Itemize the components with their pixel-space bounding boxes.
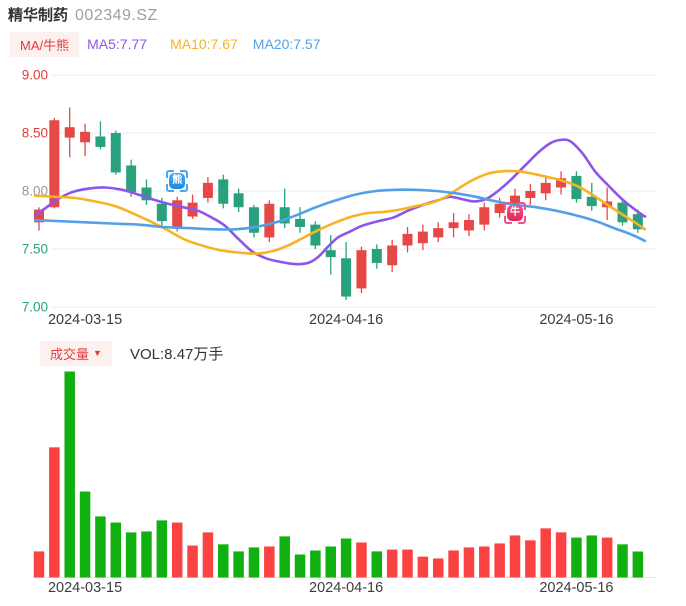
candle[interactable] xyxy=(49,120,60,208)
volume-bar[interactable] xyxy=(494,543,505,578)
volume-bar[interactable] xyxy=(279,536,290,578)
volume-bar[interactable] xyxy=(340,538,352,578)
volume-chip[interactable]: 成交量 ▼ xyxy=(40,341,112,366)
stock-chart-app: 精华制药 002349.SZ MA/牛熊 MA5:7.77 MA10:7.67 M… xyxy=(0,0,686,606)
volume-bar[interactable] xyxy=(141,531,152,578)
candle[interactable] xyxy=(448,222,459,229)
volume-bar[interactable] xyxy=(171,522,183,578)
price-date-label: 2024-04-16 xyxy=(309,312,383,328)
candle[interactable] xyxy=(80,131,91,143)
volume-bar[interactable] xyxy=(49,447,60,578)
volume-bar[interactable] xyxy=(294,554,306,578)
candle[interactable] xyxy=(95,136,106,147)
candle[interactable] xyxy=(387,245,398,266)
candle[interactable] xyxy=(218,179,229,204)
candle[interactable] xyxy=(586,196,597,207)
volume-bar[interactable] xyxy=(64,371,75,578)
volume-bar[interactable] xyxy=(463,547,475,578)
kline-volume-chart[interactable]: 9.008.508.007.507.002024-03-152024-03-15… xyxy=(0,0,686,606)
volume-bar[interactable] xyxy=(432,558,444,578)
candle[interactable] xyxy=(126,165,137,193)
candle[interactable] xyxy=(402,233,413,246)
ma-line-ma5 xyxy=(33,138,647,266)
volume-bar[interactable] xyxy=(33,551,45,578)
price-tick-label: 8.50 xyxy=(22,126,48,141)
candle[interactable] xyxy=(325,250,336,258)
candle[interactable] xyxy=(64,127,75,138)
price-tick-label: 9.00 xyxy=(22,68,48,83)
volume-bar[interactable] xyxy=(356,542,367,578)
candle[interactable] xyxy=(341,258,352,297)
volume-bar[interactable] xyxy=(540,528,551,578)
price-date-label: 2024-03-15 xyxy=(48,312,122,328)
price-tick-label: 7.00 xyxy=(22,300,48,315)
price-tick-label: 7.50 xyxy=(22,242,48,257)
candle[interactable] xyxy=(110,133,121,173)
caret-down-icon: ▼ xyxy=(93,347,102,358)
candle[interactable] xyxy=(295,218,306,227)
volume-chip-label: 成交量 xyxy=(50,347,90,362)
volume-bar[interactable] xyxy=(218,544,229,578)
candle[interactable] xyxy=(264,203,275,238)
candle[interactable] xyxy=(463,220,474,231)
volume-bar[interactable] xyxy=(617,544,628,578)
bear-badge-icon[interactable]: 熊 xyxy=(166,169,189,192)
volume-bar[interactable] xyxy=(310,550,321,578)
candle[interactable] xyxy=(479,207,490,225)
volume-bar[interactable] xyxy=(586,535,598,578)
candle[interactable] xyxy=(433,228,444,238)
volume-bar[interactable] xyxy=(371,551,383,578)
bull-badge-icon[interactable]: 牛 xyxy=(504,202,526,225)
candle[interactable] xyxy=(310,224,321,246)
bear-glyph: 熊 xyxy=(169,172,186,189)
candle[interactable] xyxy=(540,182,551,194)
volume-bar[interactable] xyxy=(79,491,91,578)
candle[interactable] xyxy=(356,250,367,289)
volume-bar[interactable] xyxy=(125,532,137,578)
volume-value-label: VOL:8.47万手 xyxy=(130,346,224,363)
volume-bar[interactable] xyxy=(233,551,244,578)
volume-bar[interactable] xyxy=(187,545,198,578)
price-date-label: 2024-05-16 xyxy=(539,312,613,328)
volume-bar[interactable] xyxy=(156,520,168,578)
volume-bar[interactable] xyxy=(448,550,459,578)
volume-bar[interactable] xyxy=(509,535,521,578)
volume-bar[interactable] xyxy=(525,540,536,578)
volume-bar[interactable] xyxy=(264,546,275,578)
candle[interactable] xyxy=(417,231,428,244)
volume-bar[interactable] xyxy=(325,546,336,578)
volume-bar[interactable] xyxy=(248,547,260,578)
volume-bar[interactable] xyxy=(402,549,413,578)
ma-line-ma20 xyxy=(33,188,647,243)
volume-bar[interactable] xyxy=(601,537,613,578)
volume-bar[interactable] xyxy=(555,532,567,578)
volume-bar[interactable] xyxy=(110,522,122,578)
volume-bar[interactable] xyxy=(95,516,106,578)
volume-date-label: 2024-04-16 xyxy=(309,580,383,596)
volume-bar[interactable] xyxy=(632,551,644,578)
bull-glyph: 牛 xyxy=(507,205,523,222)
volume-bar[interactable] xyxy=(417,556,429,578)
candle[interactable] xyxy=(371,249,382,263)
candle[interactable] xyxy=(202,182,213,198)
volume-bar[interactable] xyxy=(571,537,582,578)
volume-date-label: 2024-03-15 xyxy=(48,580,122,596)
volume-bar[interactable] xyxy=(386,549,398,578)
candle[interactable] xyxy=(156,203,167,222)
volume-date-label: 2024-05-16 xyxy=(539,580,613,596)
candle[interactable] xyxy=(525,191,536,198)
candle[interactable] xyxy=(233,193,244,208)
volume-bar[interactable] xyxy=(202,532,214,578)
volume-bar[interactable] xyxy=(479,546,490,578)
